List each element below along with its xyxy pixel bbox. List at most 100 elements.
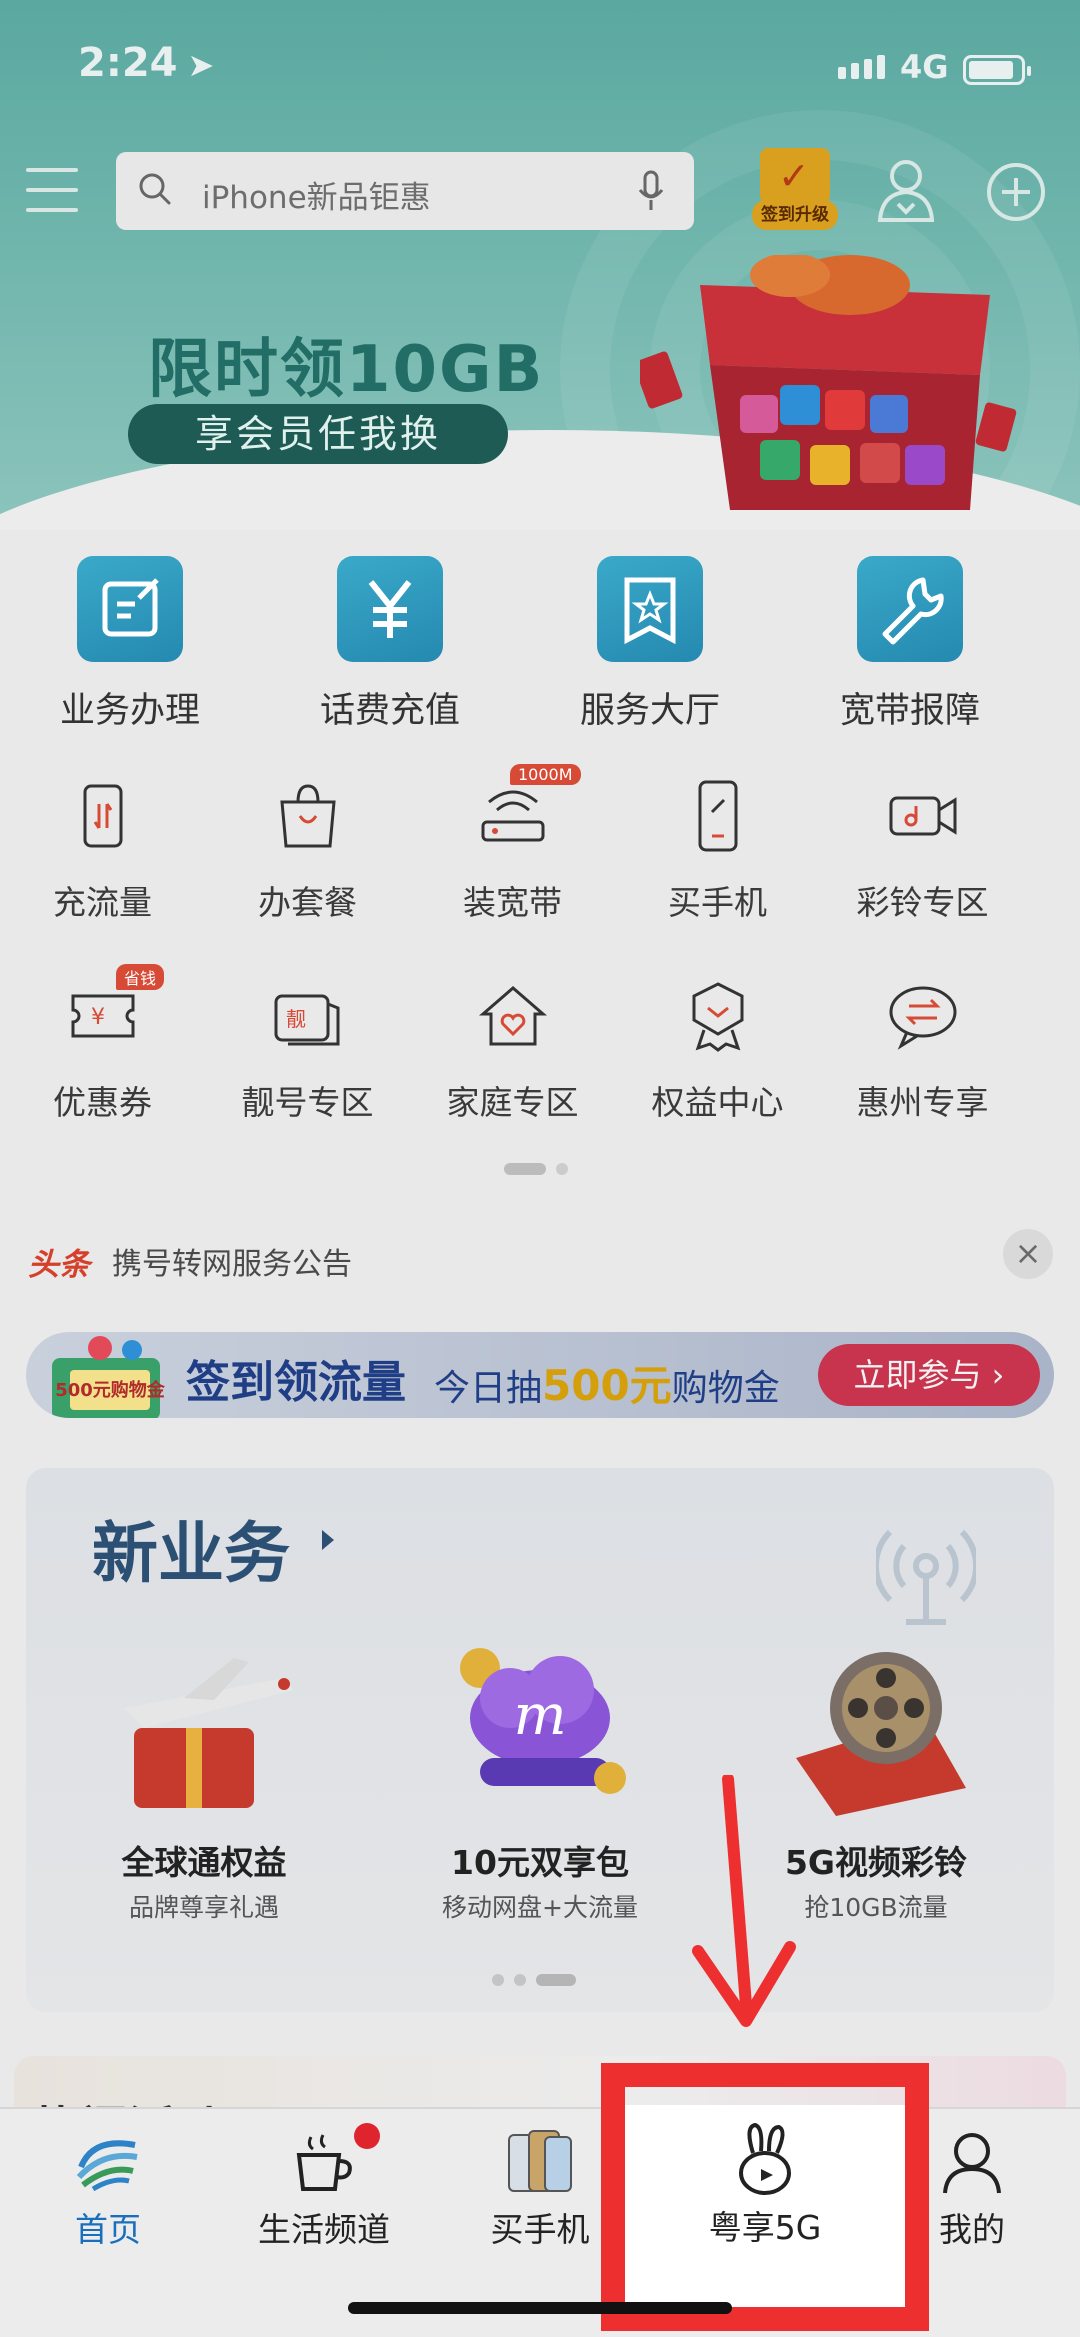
star-bookmark-icon bbox=[597, 556, 703, 662]
quick-number[interactable]: 靓 靓号专区 bbox=[205, 976, 410, 1136]
tab-label: 粤享5G bbox=[708, 2208, 822, 2247]
service-hall[interactable]: 服务大厅 bbox=[520, 552, 780, 732]
nb-page-indicator bbox=[492, 1974, 576, 1986]
chevron-right-icon[interactable] bbox=[322, 1530, 334, 1550]
close-icon[interactable]: × bbox=[1003, 1229, 1053, 1279]
cloud-coin-icon: m bbox=[460, 1648, 626, 1794]
phones-icon bbox=[508, 2130, 572, 2192]
location-arrow-icon: ➤ bbox=[187, 46, 215, 84]
quick-row-2: 省钱 ¥ 优惠券 靓 靓号专区 家庭专区 权益中心 惠州专享 bbox=[0, 964, 1080, 1136]
china-mobile-logo-icon bbox=[76, 2140, 138, 2192]
tab-label: 首页 bbox=[75, 2210, 141, 2249]
video-camera-icon bbox=[889, 796, 956, 836]
search-placeholder: iPhone新品钜惠 bbox=[202, 180, 431, 216]
quick-ringtone[interactable]: 彩铃专区 bbox=[820, 776, 1025, 936]
nb-item-name: 全球通权益 bbox=[121, 1843, 287, 1882]
router-icon bbox=[481, 790, 544, 842]
service-broadband-repair[interactable]: 宽带报障 bbox=[780, 552, 1040, 732]
svg-text:500元购物金: 500元购物金 bbox=[55, 1379, 166, 1401]
yen-icon bbox=[337, 556, 443, 662]
gift-pack-icon: 500元购物金 bbox=[52, 1336, 166, 1418]
badge-icon bbox=[692, 982, 743, 1052]
service-label: 服务大厅 bbox=[579, 691, 720, 731]
nb-item-desc: 品牌尊享礼遇 bbox=[128, 1893, 279, 1922]
quick-label: 权益中心 bbox=[651, 1083, 784, 1122]
customer-service-icon[interactable] bbox=[874, 156, 938, 224]
signin-banner[interactable]: 500元购物金 签到领流量 今日抽500元购物金 立即参与 › bbox=[26, 1332, 1054, 1418]
tab-label: 生活频道 bbox=[258, 2210, 390, 2249]
quick-row-1: 充流量 办套餐 1000M 装宽带 买手机 彩铃专区 bbox=[0, 764, 1080, 936]
nb-item-name: 10元双享包 bbox=[451, 1843, 629, 1882]
nb-item-dual-pack[interactable]: m 10元双享包 移动网盘+大流量 bbox=[380, 1638, 700, 1938]
search-input[interactable]: iPhone新品钜惠 bbox=[116, 152, 694, 230]
home-heart-icon bbox=[478, 986, 547, 1046]
nb-item-desc: 移动网盘+大流量 bbox=[442, 1893, 638, 1922]
tab-life[interactable]: 生活频道 bbox=[216, 2109, 432, 2249]
quick-label: 办套餐 bbox=[258, 883, 357, 922]
status-bar: 2:24 ➤ 4G bbox=[0, 0, 1080, 140]
add-icon[interactable] bbox=[986, 162, 1046, 222]
badge-1000m: 1000M bbox=[510, 764, 581, 785]
quick-label: 彩铃专区 bbox=[856, 883, 989, 922]
film-reel-phone-icon bbox=[796, 1652, 966, 1816]
signal-icon bbox=[838, 55, 885, 79]
quick-broadband[interactable]: 1000M 装宽带 bbox=[410, 764, 615, 936]
svg-text:m: m bbox=[513, 1683, 566, 1748]
quick-family[interactable]: 家庭专区 bbox=[410, 976, 615, 1136]
quick-rights[interactable]: 权益中心 bbox=[615, 976, 820, 1136]
service-label: 话费充值 bbox=[319, 691, 460, 731]
news-text[interactable]: 携号转网服务公告 bbox=[112, 1239, 352, 1283]
quick-label: 优惠券 bbox=[53, 1083, 152, 1122]
quick-data-recharge[interactable]: 充流量 bbox=[0, 776, 205, 936]
service-recharge[interactable]: 话费充值 bbox=[260, 552, 520, 732]
status-time: 2:24 ➤ bbox=[78, 40, 215, 86]
promo-subtitle-button[interactable]: 享会员任我换 bbox=[128, 404, 508, 464]
tab-5g[interactable]: 粤享5G bbox=[625, 2105, 905, 2307]
wrench-icon bbox=[857, 556, 963, 662]
news-tag: 头条 bbox=[28, 1247, 90, 1283]
search-icon bbox=[139, 173, 171, 205]
nb-item-global[interactable]: 全球通权益 品牌尊享礼遇 bbox=[44, 1638, 364, 1938]
shopping-bag-icon bbox=[279, 784, 336, 848]
quick-label: 家庭专区 bbox=[446, 1083, 579, 1122]
chat-exchange-icon bbox=[889, 986, 956, 1050]
airplane-gift-icon bbox=[124, 1658, 294, 1808]
svg-text:¥: ¥ bbox=[91, 1005, 105, 1030]
quick-label: 装宽带 bbox=[463, 883, 562, 922]
banner-title: 签到领流量 bbox=[186, 1357, 406, 1408]
service-label: 业务办理 bbox=[59, 691, 200, 731]
annotation-arrow bbox=[692, 1775, 796, 2027]
network-type: 4G bbox=[900, 48, 949, 86]
banner-subtitle: 今日抽500元购物金 bbox=[434, 1361, 780, 1410]
quick-coupon[interactable]: 省钱 ¥ 优惠券 bbox=[0, 964, 205, 1136]
promo-title[interactable]: 限时领10GB bbox=[148, 318, 544, 410]
new-business-card: 新业务 全球通权益 品牌尊享礼遇 m 10元双享包 移动网盘+大流量 5G视频彩… bbox=[26, 1468, 1054, 2012]
person-icon bbox=[943, 2133, 1001, 2194]
quick-plan[interactable]: 办套餐 bbox=[205, 776, 410, 936]
edit-icon bbox=[77, 556, 183, 662]
highlight-box: 粤享5G bbox=[601, 2063, 929, 2331]
quick-label: 惠州专享 bbox=[856, 1083, 989, 1122]
quick-label: 充流量 bbox=[53, 883, 152, 922]
quick-huizhou[interactable]: 惠州专享 bbox=[820, 976, 1025, 1136]
svg-text:靓: 靓 bbox=[286, 1007, 306, 1031]
join-now-button[interactable]: 立即参与 › bbox=[818, 1344, 1040, 1406]
number-card-icon: 靓 bbox=[274, 994, 339, 1046]
quick-buy-phone[interactable]: 买手机 bbox=[615, 776, 820, 936]
signin-label: 签到升级 bbox=[752, 200, 838, 230]
microphone-icon[interactable] bbox=[636, 170, 666, 212]
quick-label: 靓号专区 bbox=[241, 1083, 374, 1122]
coffee-cup-icon bbox=[296, 2134, 352, 2191]
quick-label: 买手机 bbox=[668, 883, 767, 922]
grid-page-indicator bbox=[504, 1163, 568, 1175]
news-ticker[interactable]: 头条 携号转网服务公告 × bbox=[0, 1225, 1080, 1295]
antenna-icon bbox=[876, 1529, 976, 1625]
gift-box-illustration[interactable] bbox=[640, 255, 1030, 510]
mobile-icon bbox=[698, 780, 737, 852]
scan-menu-button[interactable] bbox=[22, 162, 82, 220]
signin-upgrade-button[interactable]: 签到升级 bbox=[752, 148, 838, 234]
battery-icon bbox=[963, 55, 1031, 85]
service-business[interactable]: 业务办理 bbox=[0, 552, 260, 732]
new-business-title[interactable]: 新业务 bbox=[92, 1500, 290, 1596]
tab-home[interactable]: 首页 bbox=[0, 2109, 216, 2249]
